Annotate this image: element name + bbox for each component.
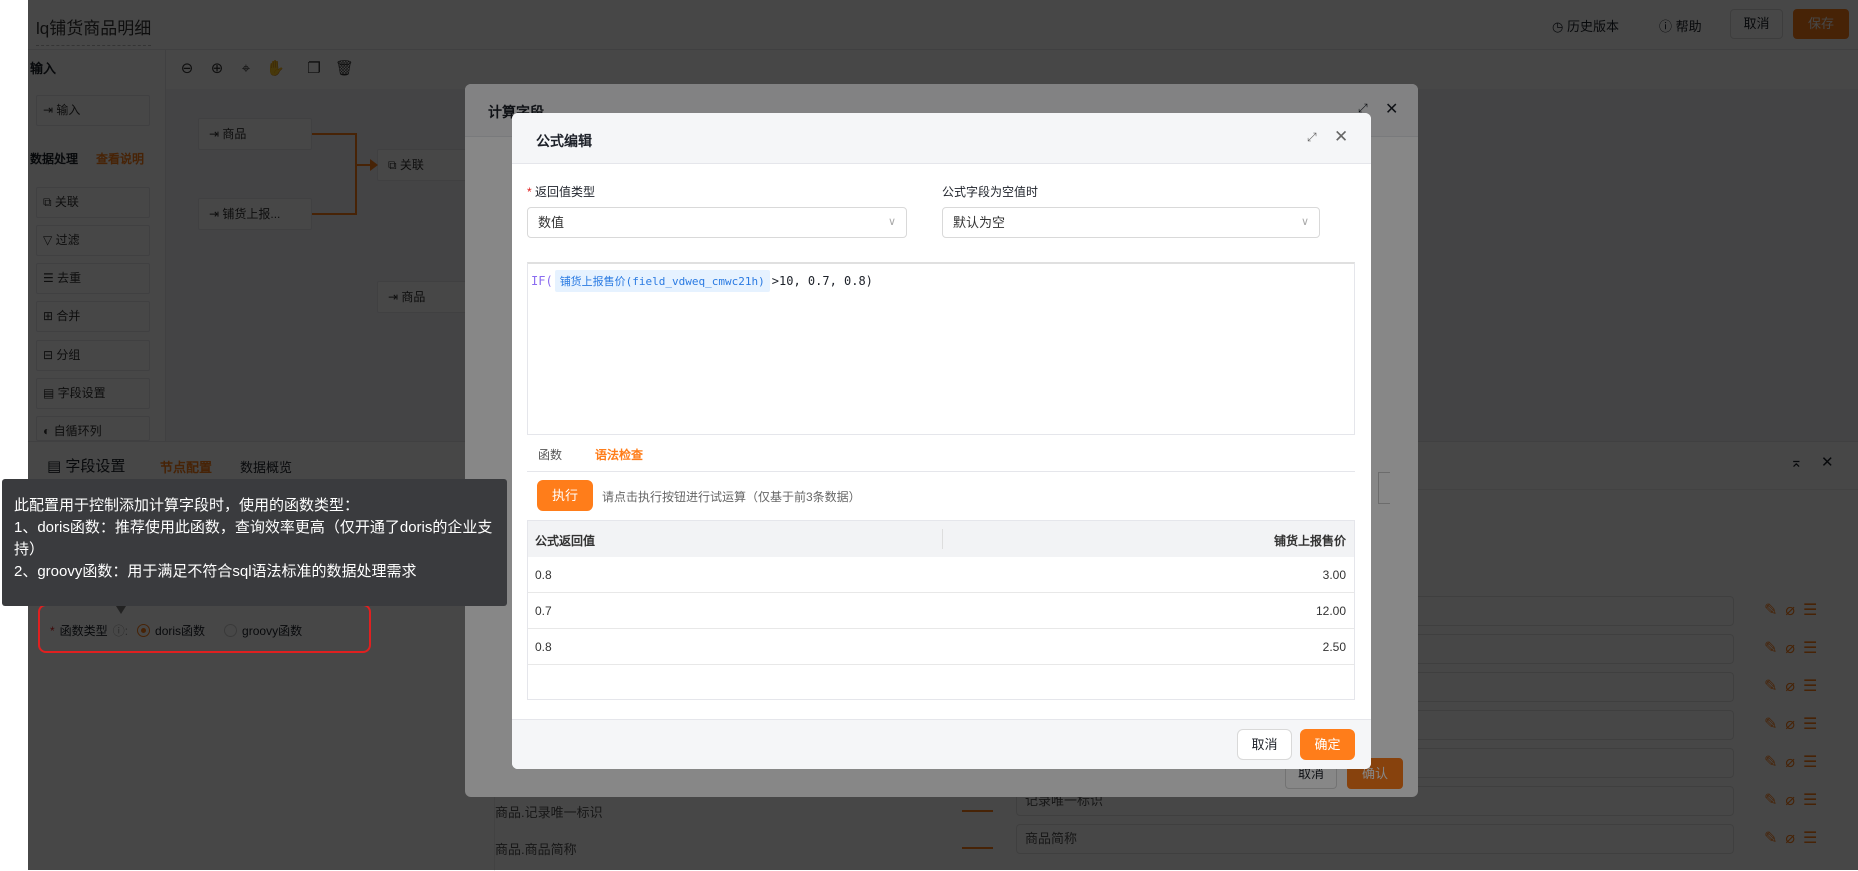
null-value-select[interactable]: 默认为空 ∨ <box>942 207 1320 238</box>
field-chip[interactable]: 铺货上报售价(field_vdweq_cmwc21h) <box>554 270 770 292</box>
result-table: 公式返回值 铺货上报售价 0.8 3.00 0.7 12.00 0.8 2.50 <box>527 520 1355 700</box>
tab-syntax-check[interactable]: 语法检查 <box>595 446 643 463</box>
tooltip-line: 1、doris函数：推荐使用此函数，查询效率更高（仅开通了doris的企业支持） <box>14 519 493 558</box>
formula-fn: IF( <box>531 274 553 288</box>
table-header: 公式返回值 铺货上报售价 <box>528 520 1354 557</box>
cell: 0.8 <box>535 640 552 654</box>
null-value-label: 公式字段为空值时 <box>942 185 1039 199</box>
chevron-down-icon: ∨ <box>1300 216 1309 228</box>
formula-modal: 公式编辑 ⤢ ✕ * 返回值类型 数值 ∨ 公式字段为空值时 默认为空 ∨ IF( … <box>512 113 1371 769</box>
return-type-select[interactable]: 数值 ∨ <box>527 207 907 238</box>
column-header: 公式返回值 <box>535 534 596 548</box>
tooltip-line: 2、groovy函数：用于满足不符合sql语法标准的数据处理需求 <box>14 563 417 580</box>
select-value: 数值 <box>538 215 565 230</box>
annotation-highlight-box <box>38 604 371 653</box>
formula-rest: >10, 0.7, 0.8) <box>771 274 873 288</box>
run-button[interactable]: 执行 <box>537 480 593 511</box>
return-type-label: 返回值类型 <box>535 185 596 199</box>
tooltip-arrow <box>116 606 126 614</box>
formula-editor[interactable]: IF( 铺货上报售价(field_vdweq_cmwc21h) >10, 0.7… <box>527 262 1355 435</box>
cell: 2.50 <box>1322 640 1346 654</box>
formula-line: IF( 铺货上报售价(field_vdweq_cmwc21h) >10, 0.7… <box>531 270 873 292</box>
column-header: 铺货上报售价 <box>1273 534 1346 548</box>
cell: 0.8 <box>535 568 552 582</box>
divider <box>527 471 1355 472</box>
fullscreen-icon[interactable]: ⤢ <box>1307 130 1317 145</box>
table-row: 0.7 12.00 <box>528 593 1354 629</box>
modal-header <box>512 113 1371 164</box>
formula-modal-title: 公式编辑 <box>536 133 592 149</box>
run-hint: 请点击执行按钮进行试运算（仅基于前3条数据） <box>602 490 861 504</box>
table-row: 0.8 2.50 <box>528 629 1354 665</box>
column-divider <box>942 529 943 549</box>
tooltip-line: 此配置用于控制添加计算字段时，使用的函数类型： <box>14 497 360 514</box>
chevron-down-icon: ∨ <box>887 216 896 228</box>
cell: 3.00 <box>1322 568 1346 582</box>
table-row: 0.8 3.00 <box>528 557 1354 593</box>
cell: 12.00 <box>1315 604 1346 618</box>
tab-functions[interactable]: 函数 <box>538 446 562 463</box>
cell: 0.7 <box>535 604 552 618</box>
help-tooltip: 此配置用于控制添加计算字段时，使用的函数类型： 1、doris函数：推荐使用此函… <box>2 479 507 606</box>
select-value: 默认为空 <box>953 215 1006 230</box>
formula-ok-button[interactable]: 确定 <box>1300 729 1355 760</box>
required-mark: * <box>527 185 536 199</box>
formula-cancel-button[interactable]: 取消 <box>1237 729 1292 760</box>
close-icon[interactable]: ✕ <box>1334 127 1348 147</box>
